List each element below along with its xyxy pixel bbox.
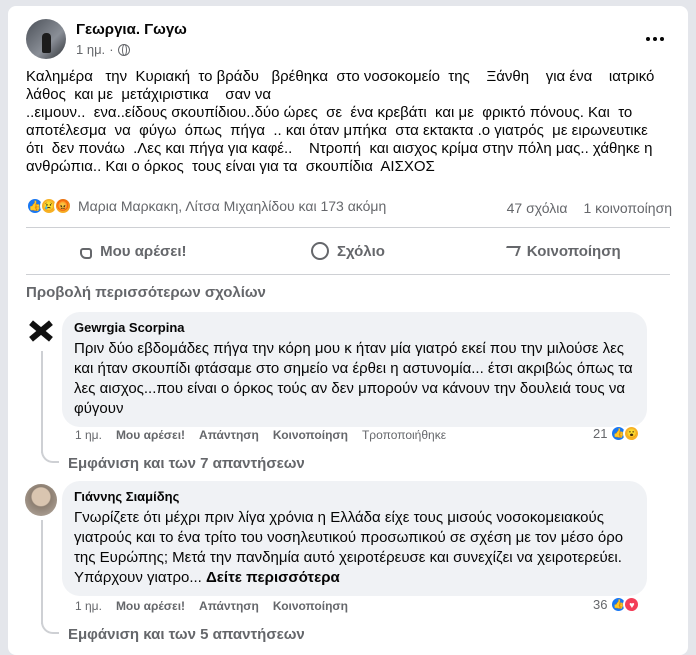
more-options-button[interactable]: [640, 24, 670, 54]
dot-icon: [660, 37, 664, 41]
comment-time[interactable]: 1 ημ.: [75, 599, 102, 613]
comment-actions: 1 ημ. Μου αρέσει! Απάντηση Κοινοποίηση Τ…: [75, 428, 446, 442]
post-actions: Μου αρέσει! Σχόλιο Κοινοποίηση: [26, 236, 670, 266]
comment-reactions[interactable]: 36 👍 ♥: [593, 596, 641, 613]
post-card: Γεωργια. Γωγω 1 ημ. · Καλημέρα την Κυρια…: [8, 6, 688, 655]
comment-actions: 1 ημ. Μου αρέσει! Απάντηση Κοινοποίηση: [75, 599, 348, 613]
view-replies-link[interactable]: Εμφάνιση και των 5 απαντήσεων: [68, 626, 305, 643]
comment-like-button[interactable]: Μου αρέσει!: [116, 428, 185, 442]
comment-reply-button[interactable]: Απάντηση: [199, 599, 259, 613]
post-author[interactable]: Γεωργια. Γωγω: [76, 21, 187, 38]
share-icon: [502, 246, 521, 256]
shares-count[interactable]: 1 κοινοποίηση: [583, 200, 672, 216]
divider: [26, 274, 670, 275]
author-avatar[interactable]: [26, 19, 66, 59]
comment-reply-button[interactable]: Απάντηση: [199, 428, 259, 442]
commenter-name[interactable]: Gewrgia Scorpina: [74, 320, 635, 335]
comment-bubble: Gewrgia Scorpina Πριν δύο εβδομάδες πήγα…: [62, 312, 647, 427]
comment-time[interactable]: 1 ημ.: [75, 428, 102, 442]
comment-text: Πριν δύο εβδομάδες πήγα την κόρη μου κ ή…: [74, 340, 633, 417]
post-time[interactable]: 1 ημ.: [76, 42, 105, 57]
edited-label: Τροποποιήθηκε: [361, 428, 447, 442]
thumbs-up-icon: [80, 248, 93, 259]
divider: [26, 227, 670, 228]
commenter-avatar[interactable]: [25, 315, 57, 347]
reactions-names[interactable]: Μαρια Μαρκακη, Λίτσα Μιχαηλίδου και 173 …: [78, 198, 386, 214]
view-replies-link[interactable]: Εμφάνιση και των 7 απαντήσεων: [68, 455, 305, 472]
comment-like-button[interactable]: Μου αρέσει!: [116, 599, 185, 613]
thread-curve: [41, 622, 59, 634]
comment-bubble: Γιάννης Σιαμίδης Γνωρίζετε ότι μέχρι πρι…: [62, 481, 647, 596]
thread-curve: [41, 451, 59, 463]
comment-icon: [311, 242, 330, 260]
commenter-avatar[interactable]: [25, 484, 57, 516]
dot-icon: [646, 37, 650, 41]
like-button[interactable]: Μου αρέσει!: [26, 236, 241, 266]
comment-share-button[interactable]: Κοινοποίηση: [273, 599, 348, 613]
comment-button[interactable]: Σχόλιο: [241, 236, 456, 266]
wow-reaction-icon: 😮: [623, 425, 641, 442]
comment-reactions[interactable]: 21 👍 😮: [593, 425, 641, 442]
comment-reaction-count: 21: [593, 426, 608, 441]
reactions-summary[interactable]: 👍 😢 😡 Μαρια Μαρκακη, Λίτσα Μιχαηλίδου κα…: [26, 197, 386, 215]
comments-count[interactable]: 47 σχόλια: [507, 200, 568, 216]
post-text: Καλημέρα την Κυριακή το βράδυ βρέθηκα στ…: [26, 68, 655, 175]
comment-reaction-count: 36: [593, 597, 608, 612]
share-button[interactable]: Κοινοποίηση: [455, 236, 670, 266]
thread-line: [41, 351, 43, 453]
commenter-name[interactable]: Γιάννης Σιαμίδης: [74, 489, 635, 504]
thread-line: [41, 520, 43, 624]
globe-icon: [117, 43, 130, 56]
see-more-link[interactable]: Δείτε περισσότερα: [206, 569, 340, 586]
angry-reaction-icon: 😡: [54, 197, 72, 215]
post-counts: 47 σχόλια 1 κοινοποίηση: [507, 200, 672, 216]
love-reaction-icon: ♥: [623, 596, 641, 613]
comment-text: Γνωρίζετε ότι μέχρι πριν λίγα χρόνια η Ε…: [74, 509, 624, 586]
dot-icon: [653, 37, 657, 41]
view-more-comments-link[interactable]: Προβολή περισσότερων σχολίων: [26, 284, 266, 301]
comment-share-button[interactable]: Κοινοποίηση: [273, 428, 348, 442]
post-meta: 1 ημ. ·: [76, 42, 130, 57]
